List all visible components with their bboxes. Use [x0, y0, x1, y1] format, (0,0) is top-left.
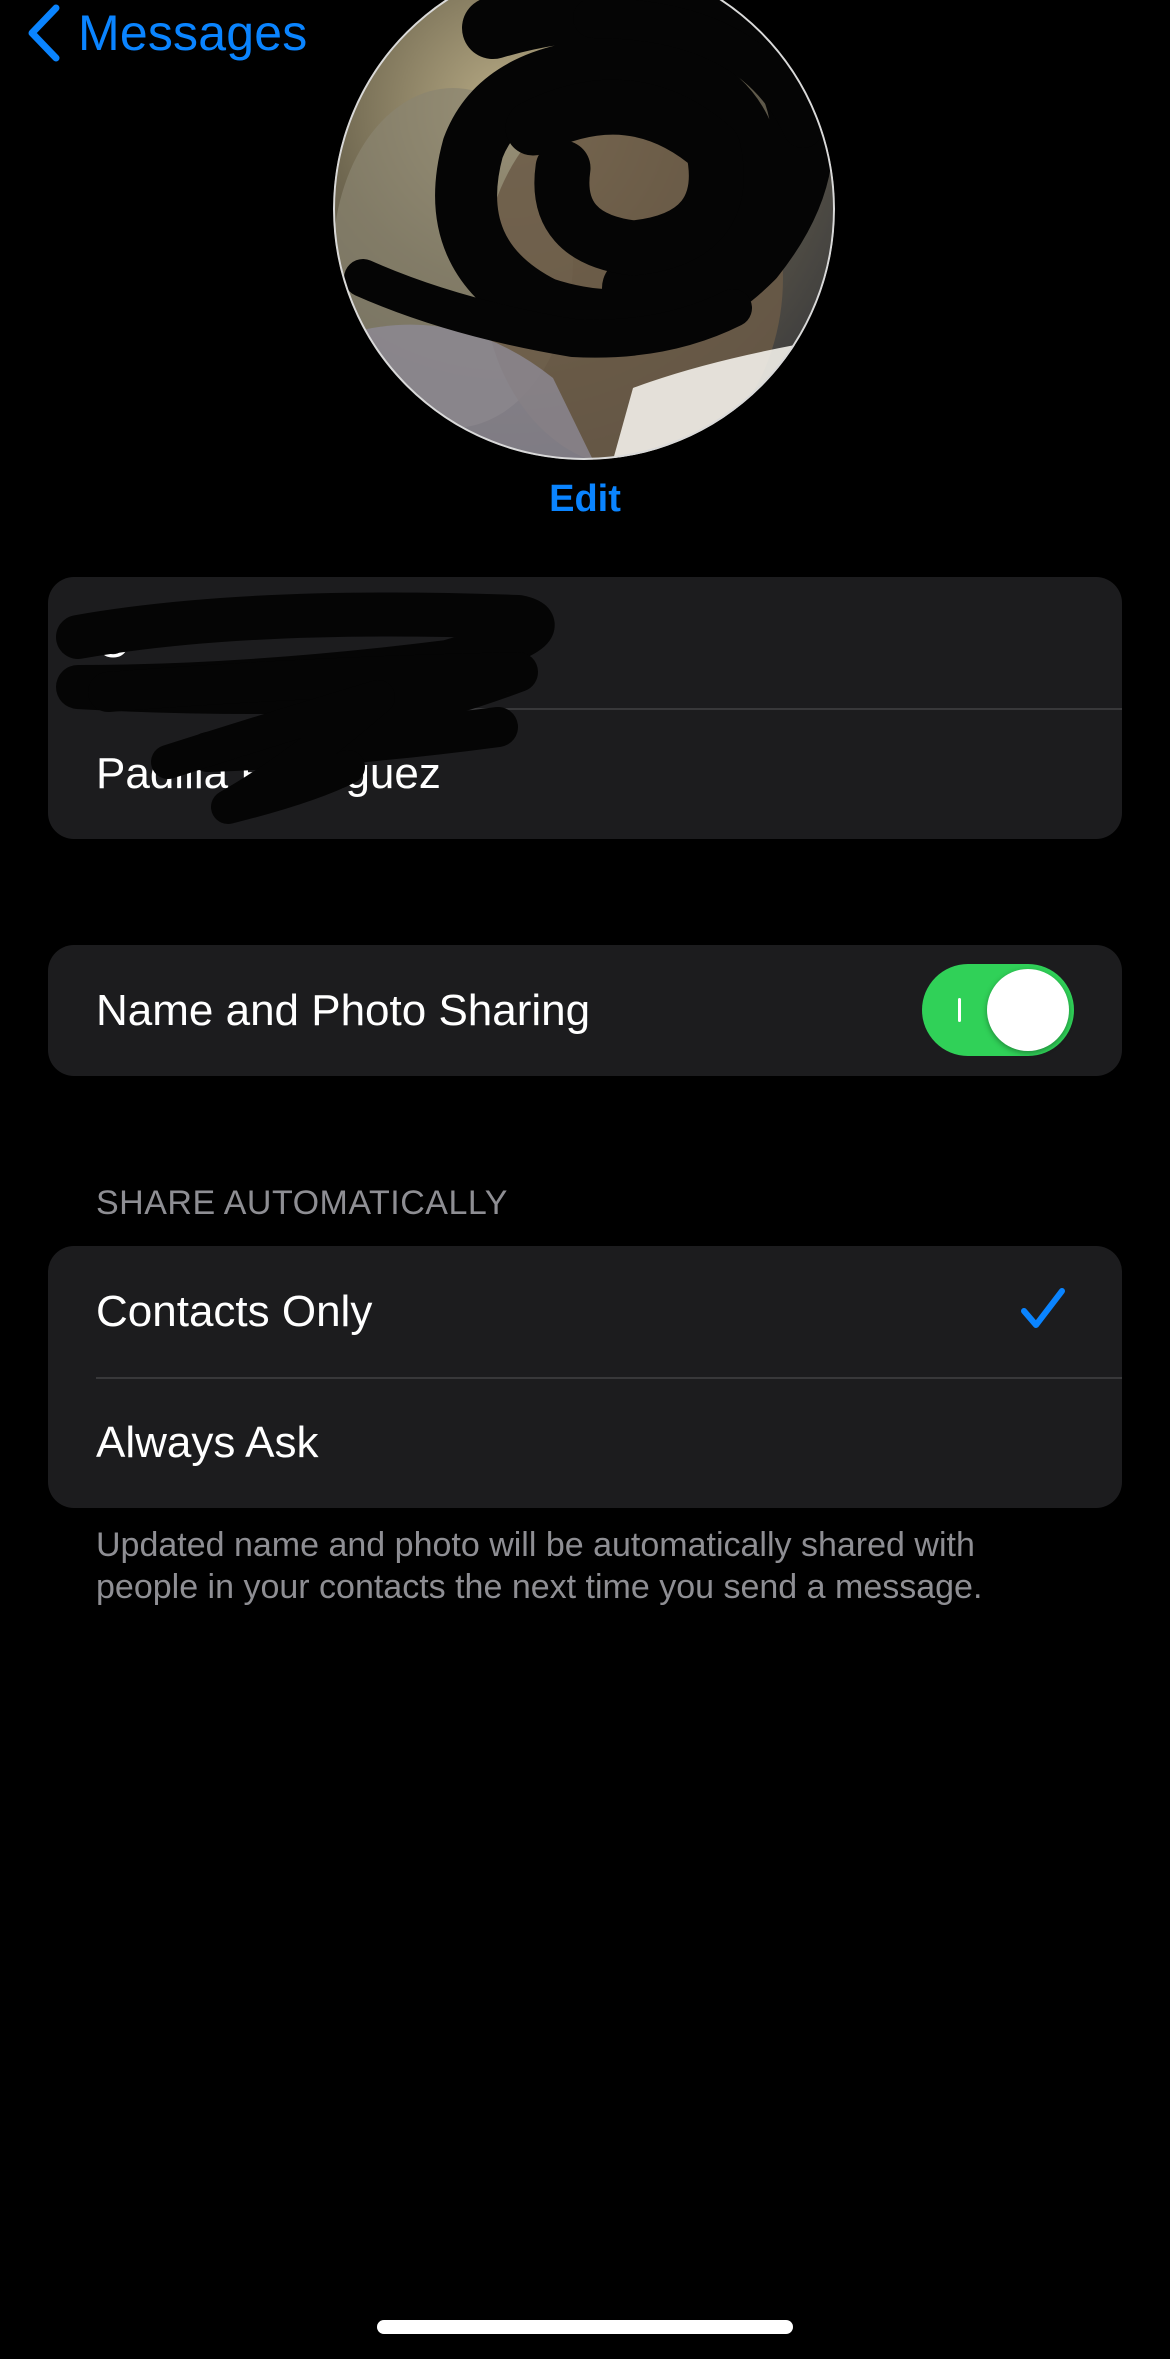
last-name-value: Padilla Rodriguez [96, 748, 441, 798]
option-always-ask[interactable]: Always Ask [48, 1377, 1122, 1508]
back-button-label: Messages [78, 5, 308, 61]
share-footer-note: Updated name and photo will be automatic… [96, 1526, 983, 1606]
chevron-left-icon [24, 0, 64, 66]
toggle-knob [987, 969, 1069, 1051]
name-photo-sharing-toggle[interactable] [922, 964, 1074, 1056]
edit-photo-button[interactable]: Edit [0, 478, 1170, 521]
first-name-value: O [96, 617, 131, 667]
option-label: Always Ask [96, 1417, 319, 1467]
profile-photo[interactable] [333, 0, 835, 460]
sharing-group: Name and Photo Sharing [48, 945, 1122, 1076]
share-automatically-group: Contacts Only Always Ask [48, 1246, 1122, 1508]
name-group: O Padilla Rodriguez [48, 577, 1122, 839]
back-button[interactable]: Messages [24, 0, 307, 66]
name-photo-sharing-label: Name and Photo Sharing [96, 985, 591, 1035]
option-label: Contacts Only [96, 1286, 373, 1336]
name-photo-sharing-row: Name and Photo Sharing [48, 945, 1122, 1076]
share-automatically-header: SHARE AUTOMATICALLY [96, 1184, 508, 1222]
checkmark-icon [1020, 1286, 1066, 1343]
last-name-field[interactable]: Padilla Rodriguez [48, 708, 1122, 839]
first-name-field[interactable]: O [48, 577, 1122, 708]
home-indicator[interactable] [377, 2320, 793, 2334]
toggle-on-indicator [958, 998, 961, 1022]
option-contacts-only[interactable]: Contacts Only [48, 1246, 1122, 1377]
